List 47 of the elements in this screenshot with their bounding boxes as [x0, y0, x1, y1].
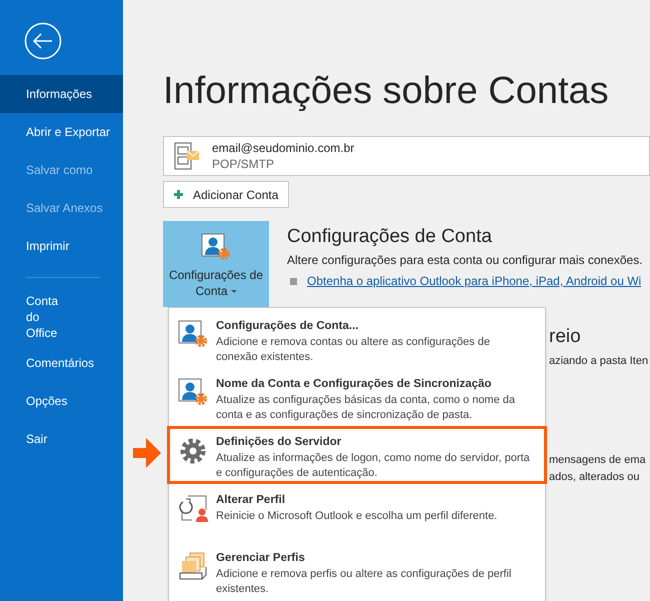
person-gear-icon — [178, 378, 208, 408]
section-description: Altere configurações para esta conta ou configurar mais conexões. — [287, 252, 643, 269]
account-card[interactable]: email@seudominio.com.br POP/SMTP — [163, 136, 650, 176]
section-description: ados, alterados ou — [549, 470, 641, 485]
menu-item-title: Definições do Servidor — [216, 435, 342, 450]
mailbox-icon — [174, 142, 200, 170]
bullet-icon — [290, 278, 297, 284]
account-settings-button[interactable]: Configurações de Conta — [163, 221, 269, 307]
menu-item[interactable]: Configurações de Conta... Adicione e remova contas ou altere as configurações de conexão existentes. — [167, 310, 547, 368]
menu-item-description: Atualize as configurações básicas da conta, como o nome da conta e as configurações de sincronização de pasta. — [216, 393, 516, 423]
sidebar-item[interactable]: Conta do Office — [0, 290, 123, 344]
account-type: POP/SMTP — [212, 156, 276, 172]
menu-item[interactable]: Nome da Conta e Configurações de Sincronização Atualize as configurações básicas da conta, como o nome da conta e as configurações de sincronização de pasta. — [167, 368, 547, 426]
menu-item-description: Atualize as informações de logon, como nome do servidor, porta e configurações de autenticação. — [216, 451, 531, 481]
sidebar-item[interactable]: Informações — [0, 75, 123, 113]
menu-item-description: Adicione e remova contas ou altere as configurações de conexão existentes. — [216, 335, 491, 365]
menu-item-title: Alterar Perfil — [216, 493, 286, 508]
sidebar-item[interactable]: Comentários — [0, 344, 123, 382]
person-gear-icon — [201, 233, 231, 261]
profile-icon — [178, 494, 208, 524]
page-title: Informações sobre Contas — [163, 69, 610, 114]
add-account-button[interactable]: Adicionar Conta — [163, 181, 290, 208]
menu-item[interactable]: Alterar Perfil Reinicie o Microsoft Outlook e escolha um perfil diferente. — [167, 484, 547, 542]
account-email: email@seudominio.com.br — [212, 140, 354, 156]
menu-item[interactable]: Definições do Servidor Atualize as informações de logon, como nome do servidor, porta e configurações de autenticação. — [167, 426, 547, 484]
person-gear-icon — [178, 320, 208, 350]
sidebar-item[interactable]: Opções — [0, 382, 123, 420]
menu-item-description: Reinicie o Microsoft Outlook e escolha um perfil diferente. — [216, 509, 498, 524]
outlook-app-link[interactable]: Obtenha o aplicativo Outlook para iPhone, iPad, Android ou Wi — [307, 272, 642, 290]
sidebar-item[interactable]: Imprimir — [0, 227, 123, 265]
menu-item-title: Gerenciar Perfis — [216, 551, 306, 566]
section-description: aziando a pasta Iten — [549, 354, 650, 369]
section-title: reio — [549, 325, 582, 349]
back-icon[interactable] — [24, 22, 62, 60]
gear-icon — [178, 436, 208, 466]
menu-item-title: Configurações de Conta... — [216, 319, 360, 334]
sidebar-item[interactable]: Sair — [0, 420, 123, 458]
arrow-icon — [133, 438, 161, 468]
menu-item[interactable]: Gerenciar Perfis Adicione e remova perfis ou altere as configurações de perfil existentes. — [167, 542, 547, 600]
section-description: mensagens de ema — [549, 452, 647, 468]
sidebar-item[interactable]: Abrir e Exportar — [0, 113, 123, 151]
plus-icon — [174, 190, 183, 199]
section-title: Configurações de Conta — [287, 225, 493, 249]
folders-icon — [178, 552, 208, 582]
caret-icon — [230, 290, 237, 294]
menu-item-title: Nome da Conta e Configurações de Sincronização — [216, 377, 492, 392]
menu-item-description: Adicione e remova perfis ou altere as configurações de perfil existentes. — [216, 567, 512, 597]
